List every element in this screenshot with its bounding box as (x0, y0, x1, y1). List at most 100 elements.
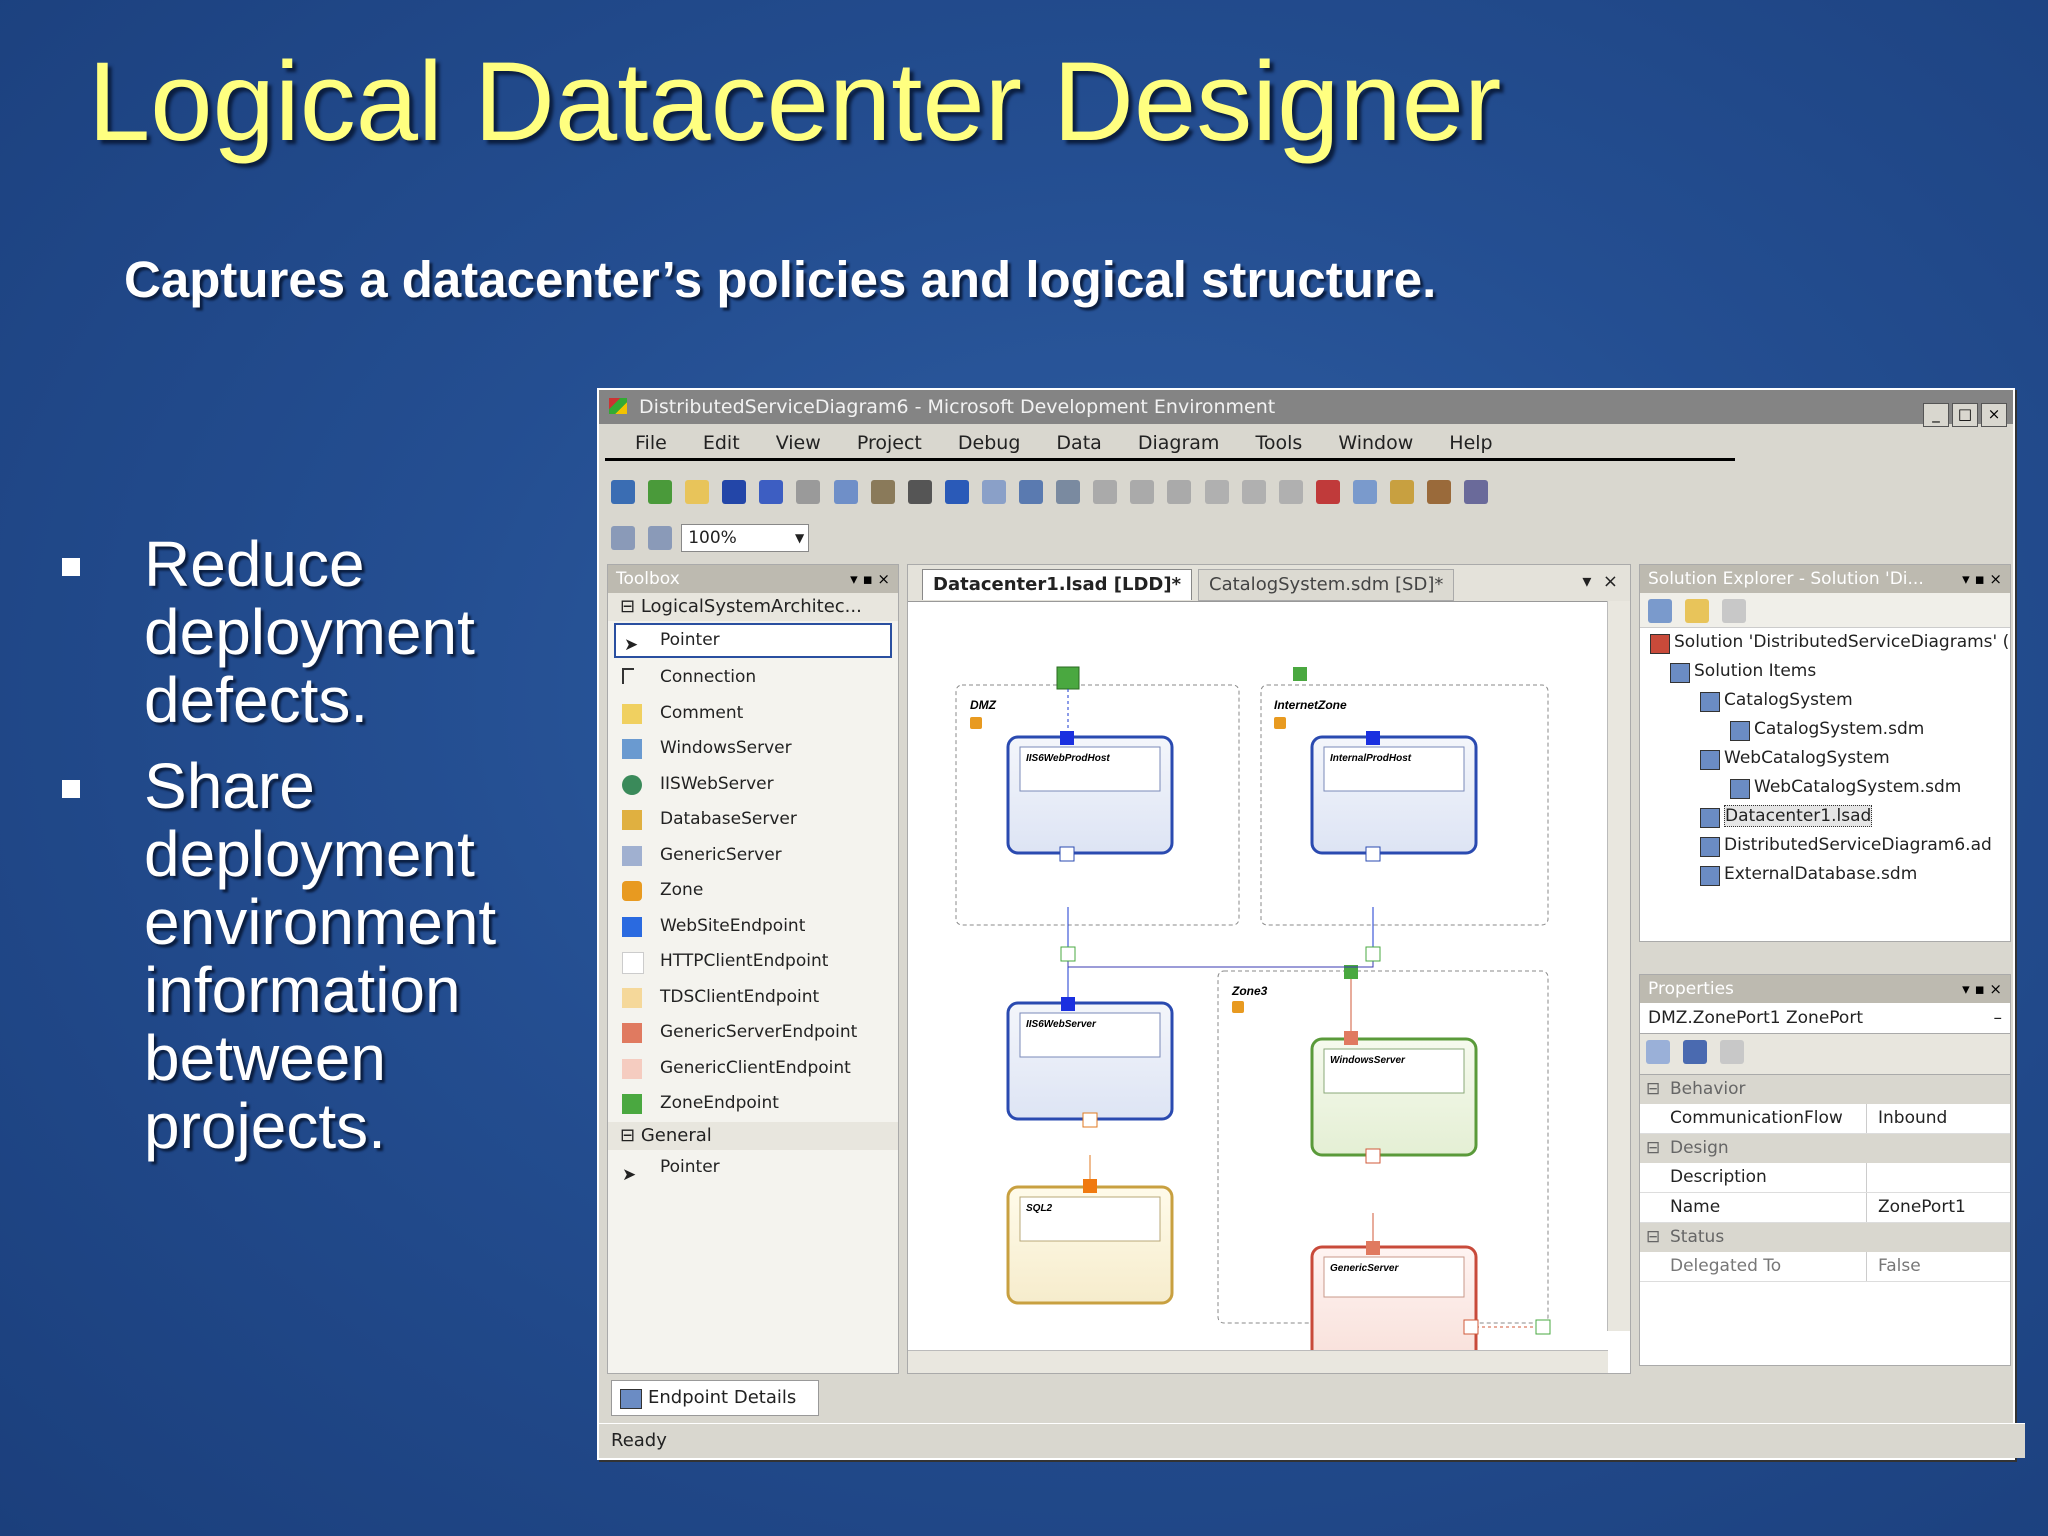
property-value[interactable]: ZonePort1 (1878, 1193, 1966, 1222)
tree-node-solution-items[interactable]: Solution Items (1640, 657, 2010, 686)
property-value[interactable]: Inbound (1878, 1104, 1947, 1133)
zone-endpoint[interactable] (1293, 667, 1307, 681)
tab-datacenter[interactable]: Datacenter1.lsad [LDD]* (922, 569, 1192, 600)
zone-endpoint[interactable] (1535, 1319, 1551, 1335)
stop-icon[interactable] (1167, 480, 1192, 504)
redo-icon[interactable] (981, 480, 1006, 504)
client-endpoint[interactable] (1463, 1319, 1479, 1335)
zoom-in-icon[interactable] (611, 526, 635, 550)
diagram-canvas[interactable]: DMZ InternetZone Zone3 IIS6WebProdHost I… (908, 601, 1608, 1351)
maximize-button[interactable]: □ (1952, 403, 1978, 427)
properties-icon[interactable] (1352, 480, 1377, 504)
tree-node-externaldatabase[interactable]: ExternalDatabase.sdm (1640, 860, 2010, 889)
toolbox-item-general-pointer[interactable]: ➤ Pointer (608, 1150, 898, 1186)
toolbox-item-tdsclientendpoint[interactable]: TDSClientEndpoint (608, 980, 898, 1016)
menu-data[interactable]: Data (1056, 432, 1101, 454)
website-endpoint[interactable] (1366, 731, 1380, 745)
server-sql2[interactable]: SQL2 (1006, 1179, 1174, 1305)
toolbox-item-websiteendpoint[interactable]: WebSiteEndpoint (608, 909, 898, 945)
toolbox-item-iiswebserver[interactable]: IISWebServer (608, 767, 898, 803)
diagram-icon[interactable] (1056, 480, 1081, 504)
zone-endpoint[interactable] (1365, 946, 1381, 962)
property-row[interactable]: Description (1640, 1163, 2010, 1193)
options-icon[interactable] (1464, 480, 1489, 504)
toolbox-group-general[interactable]: ⊟ General (608, 1121, 898, 1150)
toolbox-item-connection[interactable]: Connection (608, 660, 898, 696)
toolbox-item-comment[interactable]: Comment (608, 696, 898, 732)
refresh-icon[interactable] (1722, 599, 1747, 623)
new-project-icon[interactable] (611, 480, 635, 504)
paste-icon[interactable] (870, 480, 895, 504)
client-endpoint[interactable] (1082, 1112, 1098, 1128)
solution-explorer-icon[interactable] (1315, 480, 1340, 504)
server-internalprodhost[interactable]: InternalProdHost (1310, 731, 1478, 862)
close-icon[interactable]: × (1603, 571, 1618, 592)
toolbox-item-genericserverendpoint[interactable]: GenericServerEndpoint (608, 1015, 898, 1051)
menu-help[interactable]: Help (1449, 432, 1492, 454)
property-row[interactable]: Name ZonePort1 (1640, 1193, 2010, 1223)
toolbox-item-zoneendpoint[interactable]: ZoneEndpoint (608, 1086, 898, 1122)
cut-icon[interactable] (796, 480, 821, 504)
tree-node-webcatalogsystem-sdm[interactable]: WebCatalogSystem.sdm (1640, 773, 2010, 802)
server-endpoint[interactable] (1344, 1031, 1358, 1045)
menu-diagram[interactable]: Diagram (1138, 432, 1220, 454)
client-endpoint[interactable] (1365, 846, 1381, 862)
menu-debug[interactable]: Debug (958, 432, 1020, 454)
properties-category-design[interactable]: ⊟ Design (1640, 1134, 2010, 1163)
close-button[interactable]: × (1981, 403, 2007, 427)
server-iis6webprodhost[interactable]: IIS6WebProdHost (1006, 731, 1174, 862)
pin-icon[interactable]: ▾ ▪ (850, 570, 872, 588)
server-windowsserver[interactable]: WindowsServer (1310, 1031, 1478, 1164)
property-pages-icon[interactable] (1720, 1040, 1745, 1064)
add-item-icon[interactable] (648, 480, 673, 504)
show-all-files-icon[interactable] (1685, 599, 1710, 623)
open-file-icon[interactable] (685, 480, 710, 504)
save-all-icon[interactable] (759, 480, 784, 504)
zone-endpoint[interactable] (1060, 946, 1076, 962)
toolbox-item-genericclientendpoint[interactable]: GenericClientEndpoint (608, 1051, 898, 1087)
toolbox-item-genericserver[interactable]: GenericServer (608, 838, 898, 874)
toolbox-item-httpclientendpoint[interactable]: HTTPClientEndpoint (608, 944, 898, 980)
database-endpoint[interactable] (1083, 1179, 1097, 1193)
menu-edit[interactable]: Edit (703, 432, 740, 454)
menu-project[interactable]: Project (857, 432, 922, 454)
zone-endpoint[interactable] (1056, 666, 1080, 690)
window-titlebar[interactable]: DistributedServiceDiagram6 - Microsoft D… (599, 390, 2013, 427)
client-endpoint[interactable] (1059, 846, 1075, 862)
categorized-icon[interactable] (1646, 1040, 1670, 1064)
tree-node-distributedservicediagram6[interactable]: DistributedServiceDiagram6.ad (1640, 831, 2010, 860)
property-row[interactable]: Delegated To False (1640, 1252, 2010, 1282)
undo-icon[interactable] (944, 480, 969, 504)
client-endpoint[interactable] (1365, 1148, 1381, 1164)
class-view-icon[interactable] (1427, 480, 1452, 504)
tree-node-webcatalogsystem[interactable]: WebCatalogSystem (1640, 744, 2010, 773)
pin-icon[interactable]: ▾ ▪ (1962, 570, 1984, 588)
chevron-down-icon[interactable]: ▾ (1582, 571, 1591, 592)
menu-file[interactable]: File (635, 432, 667, 454)
server-genericserver[interactable]: GenericServer (1310, 1241, 1479, 1351)
tree-node-datacenter1-lsad[interactable]: Datacenter1.lsad (1640, 802, 2010, 831)
properties-icon[interactable] (1648, 599, 1672, 623)
toolbox-item-databaseserver[interactable]: DatabaseServer (608, 802, 898, 838)
find-icon[interactable] (907, 480, 932, 504)
copy-icon[interactable] (833, 480, 858, 504)
horizontal-scrollbar[interactable] (908, 1350, 1608, 1373)
toolbox-group-logical[interactable]: ⊟ LogicalSystemArchitec... (608, 593, 898, 621)
menu-window[interactable]: Window (1338, 432, 1413, 454)
pin-icon[interactable]: ▾ ▪ (1962, 980, 1984, 998)
zoom-select[interactable]: 100% ▼ (681, 524, 810, 552)
tab-endpoint-details[interactable]: Endpoint Details (611, 1380, 819, 1416)
website-endpoint[interactable] (1060, 731, 1074, 745)
tab-catalogsystem[interactable]: CatalogSystem.sdm [SD]* (1198, 569, 1455, 601)
server-iis6webserver[interactable]: IIS6WebServer (1006, 997, 1174, 1128)
toolbox-item-zone[interactable]: Zone (608, 873, 898, 909)
close-icon[interactable]: × (1989, 980, 2002, 998)
step-out-icon[interactable] (1278, 480, 1303, 504)
start-icon[interactable] (1093, 480, 1118, 504)
close-icon[interactable]: × (1989, 570, 2002, 588)
step-over-icon[interactable] (1241, 480, 1266, 504)
save-icon[interactable] (722, 480, 747, 504)
layout-icon[interactable] (1019, 480, 1044, 504)
toolbox-icon[interactable] (1389, 480, 1414, 504)
toolbox-item-pointer[interactable]: ➤ Pointer (614, 623, 892, 658)
